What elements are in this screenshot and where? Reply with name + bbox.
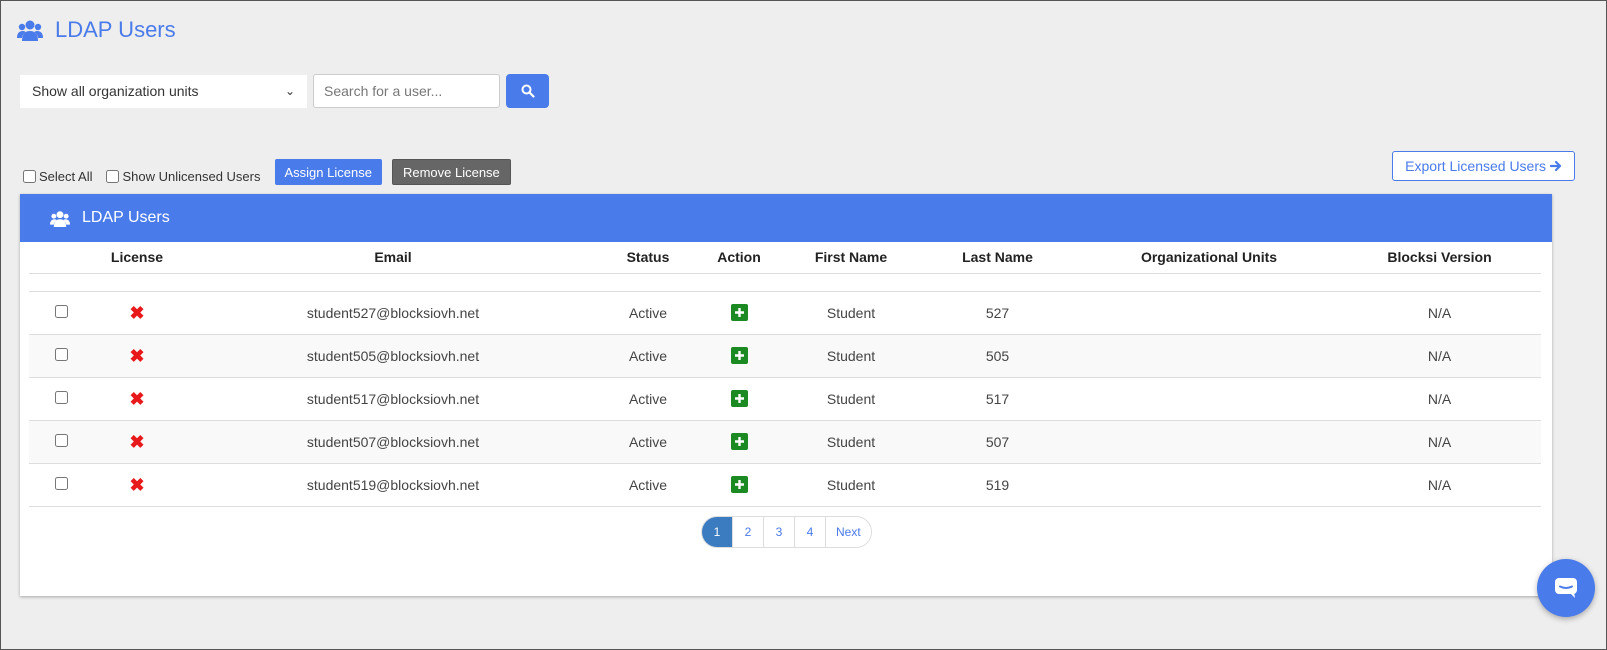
select-all-option[interactable]: Select All xyxy=(23,169,92,184)
first-name-cell: Student xyxy=(787,463,915,507)
blocksi-version-cell: N/A xyxy=(1338,463,1541,507)
status-cell: Active xyxy=(605,463,691,507)
users-icon xyxy=(50,210,70,227)
first-name-cell: Student xyxy=(787,420,915,464)
last-name-cell: 527 xyxy=(915,291,1080,335)
table-row: ✖ student517@blocksiovh.net Active Stude… xyxy=(29,377,1541,421)
status-cell: Active xyxy=(605,377,691,421)
org-unit-cell xyxy=(1080,291,1338,335)
page-link-4[interactable]: 4 xyxy=(795,517,826,547)
header-license[interactable]: License xyxy=(93,242,181,274)
assign-license-button[interactable]: Assign License xyxy=(274,159,382,185)
row-checkbox[interactable] xyxy=(54,304,68,318)
blocksi-version-cell: N/A xyxy=(1338,420,1541,464)
table-row: ✖ student519@blocksiovh.net Active Stude… xyxy=(29,463,1541,507)
org-unit-cell xyxy=(1080,420,1338,464)
plus-square-icon[interactable] xyxy=(730,390,748,407)
email-cell: student527@blocksiovh.net xyxy=(181,291,605,335)
row-checkbox[interactable] xyxy=(54,433,68,447)
export-licensed-users-button[interactable]: Export Licensed Users xyxy=(1392,151,1575,181)
email-cell: student505@blocksiovh.net xyxy=(181,334,605,378)
user-search-input[interactable] xyxy=(313,74,500,108)
page-title-text: LDAP Users xyxy=(55,17,176,42)
users-icon xyxy=(17,20,43,41)
x-icon: ✖ xyxy=(129,302,145,323)
email-cell: student517@blocksiovh.net xyxy=(181,377,605,421)
plus-square-icon[interactable] xyxy=(730,304,748,321)
table-row: ✖ student527@blocksiovh.net Active Stude… xyxy=(29,291,1541,335)
blocksi-version-cell: N/A xyxy=(1338,334,1541,378)
header-email[interactable]: Email xyxy=(181,242,605,274)
first-name-cell: Student xyxy=(787,377,915,421)
last-name-cell: 519 xyxy=(915,463,1080,507)
row-checkbox[interactable] xyxy=(54,476,68,490)
chat-icon xyxy=(1555,578,1577,598)
blocksi-version-cell: N/A xyxy=(1338,377,1541,421)
x-icon: ✖ xyxy=(129,345,145,366)
panel-title: LDAP Users xyxy=(82,209,170,226)
status-cell: Active xyxy=(605,334,691,378)
arrow-right-icon xyxy=(1550,160,1562,172)
last-name-cell: 507 xyxy=(915,420,1080,464)
row-checkbox[interactable] xyxy=(54,347,68,361)
first-name-cell: Student xyxy=(787,334,915,378)
header-first-name[interactable]: First Name xyxy=(787,242,915,274)
header-action: Action xyxy=(691,242,787,274)
page-link-2[interactable]: 2 xyxy=(733,517,764,547)
first-name-cell: Student xyxy=(787,291,915,335)
export-label: Export Licensed Users xyxy=(1405,158,1546,174)
table-spacer-row xyxy=(29,273,1541,292)
remove-license-button[interactable]: Remove License xyxy=(391,159,511,185)
show-unlicensed-checkbox[interactable] xyxy=(106,169,120,183)
header-org-units[interactable]: Organizational Units xyxy=(1080,242,1338,274)
x-icon: ✖ xyxy=(129,388,145,409)
show-unlicensed-option[interactable]: Show Unlicensed Users xyxy=(106,168,261,184)
org-unit-cell xyxy=(1080,334,1338,378)
row-checkbox[interactable] xyxy=(54,390,68,404)
table-header-row: License Email Status Action First Name L… xyxy=(29,242,1541,274)
last-name-cell: 517 xyxy=(915,377,1080,421)
email-cell: student507@blocksiovh.net xyxy=(181,420,605,464)
org-unit-cell xyxy=(1080,463,1338,507)
status-cell: Active xyxy=(605,420,691,464)
chat-launcher-button[interactable] xyxy=(1537,559,1595,617)
plus-square-icon[interactable] xyxy=(730,476,748,493)
plus-square-icon[interactable] xyxy=(730,433,748,450)
header-status[interactable]: Status xyxy=(605,242,691,274)
table-row: ✖ student505@blocksiovh.net Active Stude… xyxy=(29,334,1541,378)
org-unit-select[interactable]: Show all organization units ⌄ xyxy=(20,74,307,108)
org-unit-cell xyxy=(1080,377,1338,421)
header-last-name[interactable]: Last Name xyxy=(915,242,1080,274)
page-link-1[interactable]: 1 xyxy=(702,517,733,547)
table-toolbar: Select All Show Unlicensed Users Assign … xyxy=(23,159,511,185)
ldap-users-panel: LDAP Users License Email Status Action F… xyxy=(20,194,1552,596)
next-page-link[interactable]: Next xyxy=(826,517,871,547)
users-table-body: ✖ student527@blocksiovh.net Active Stude… xyxy=(29,291,1541,507)
page-link-3[interactable]: 3 xyxy=(764,517,795,547)
search-icon xyxy=(521,84,535,98)
show-unlicensed-label: Show Unlicensed Users xyxy=(122,168,261,184)
search-button[interactable] xyxy=(506,74,549,108)
users-table: License Email Status Action First Name L… xyxy=(29,242,1541,507)
last-name-cell: 505 xyxy=(915,334,1080,378)
select-all-checkbox[interactable] xyxy=(23,169,36,183)
x-icon: ✖ xyxy=(129,431,145,452)
blocksi-version-cell: N/A xyxy=(1338,291,1541,335)
header-select xyxy=(29,242,93,274)
chevron-down-icon: ⌄ xyxy=(284,84,295,98)
pagination: 1 2 3 4 Next xyxy=(701,516,872,548)
org-unit-select-value: Show all organization units xyxy=(32,83,199,99)
page-title: LDAP Users xyxy=(17,17,176,43)
table-row: ✖ student507@blocksiovh.net Active Stude… xyxy=(29,420,1541,464)
plus-square-icon[interactable] xyxy=(730,347,748,364)
email-cell: student519@blocksiovh.net xyxy=(181,463,605,507)
status-cell: Active xyxy=(605,291,691,335)
select-all-label: Select All xyxy=(39,168,93,184)
filters-bar: Show all organization units ⌄ xyxy=(20,74,549,108)
panel-header: LDAP Users xyxy=(20,194,1552,242)
x-icon: ✖ xyxy=(129,474,145,495)
header-blocksi-version[interactable]: Blocksi Version xyxy=(1338,242,1541,274)
